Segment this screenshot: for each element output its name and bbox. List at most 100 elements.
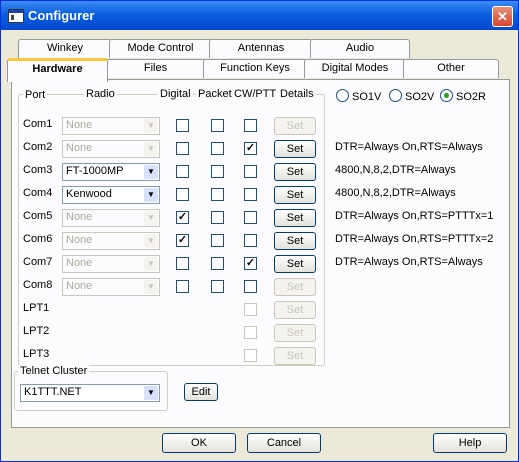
- close-button[interactable]: ✕: [492, 6, 513, 27]
- set-button-com8[interactable]: Set: [274, 278, 316, 296]
- telnet-cluster-legend: Telnet Cluster: [18, 365, 90, 377]
- window-title: Configurer: [28, 8, 95, 23]
- set-button-com2[interactable]: Set: [274, 140, 316, 158]
- port-label-com7: Com7: [23, 256, 53, 268]
- set-button-com6[interactable]: Set: [274, 232, 316, 250]
- set-button-com3[interactable]: Set: [274, 163, 316, 181]
- set-button-lpt3[interactable]: Set: [274, 347, 316, 365]
- digital-checkbox-com6[interactable]: ✓: [176, 234, 189, 247]
- telnet-cluster-select[interactable]: K1TTT.NET ▼: [20, 384, 160, 402]
- cwptt-checkbox-com6[interactable]: [244, 234, 257, 247]
- cwptt-checkbox-com7[interactable]: ✓: [244, 257, 257, 270]
- packet-checkbox-com2[interactable]: [211, 142, 224, 155]
- digital-checkbox-com4[interactable]: [176, 188, 189, 201]
- tab-other[interactable]: Other: [403, 59, 499, 78]
- radio-select-com4[interactable]: Kenwood ▼: [62, 186, 160, 204]
- chevron-down-icon[interactable]: ▼: [144, 165, 158, 179]
- set-button-com4[interactable]: Set: [274, 186, 316, 204]
- radio-select-value: None: [66, 211, 93, 223]
- radio-select-com7[interactable]: None ▼: [62, 255, 160, 273]
- details-text-com7: DTR=Always On,RTS=Always: [335, 256, 483, 268]
- edit-button[interactable]: Edit: [184, 383, 218, 401]
- cwptt-checkbox-com5[interactable]: [244, 211, 257, 224]
- chevron-down-icon[interactable]: ▼: [144, 211, 158, 225]
- digital-checkbox-com5[interactable]: ✓: [176, 211, 189, 224]
- configurer-window: Configurer ✕ Winkey Mode Control Antenna…: [0, 0, 519, 462]
- radio-so2r-label: SO2R: [456, 91, 486, 103]
- set-button-com7[interactable]: Set: [274, 255, 316, 273]
- digital-checkbox-com3[interactable]: [176, 165, 189, 178]
- title-bar[interactable]: Configurer ✕: [1, 1, 518, 30]
- digital-checkbox-com8[interactable]: [176, 280, 189, 293]
- set-button-lpt2[interactable]: Set: [274, 324, 316, 342]
- digital-checkbox-com7[interactable]: [176, 257, 189, 270]
- app-icon: [8, 9, 24, 23]
- digital-checkbox-com1[interactable]: [176, 119, 189, 132]
- chevron-down-icon[interactable]: ▼: [144, 257, 158, 271]
- chevron-down-icon[interactable]: ▼: [144, 234, 158, 248]
- set-button-com5[interactable]: Set: [274, 209, 316, 227]
- packet-checkbox-com1[interactable]: [211, 119, 224, 132]
- radio-select-value: None: [66, 142, 93, 154]
- port-label-lpt3: LPT3: [23, 348, 50, 360]
- radio-dot: [336, 89, 349, 102]
- radio-select-com8[interactable]: None ▼: [62, 278, 160, 296]
- cwptt-checkbox-com1[interactable]: [244, 119, 257, 132]
- cwptt-checkbox-lpt2[interactable]: [244, 326, 257, 339]
- cwptt-checkbox-lpt3[interactable]: [244, 349, 257, 362]
- cwptt-checkbox-lpt1[interactable]: [244, 303, 257, 316]
- radio-so2r[interactable]: SO2R: [440, 89, 486, 103]
- telnet-cluster-value: K1TTT.NET: [24, 386, 82, 398]
- help-button[interactable]: Help: [433, 433, 507, 453]
- tab-function-keys[interactable]: Function Keys: [203, 59, 307, 78]
- port-label-com2: Com2: [23, 141, 53, 153]
- packet-checkbox-com6[interactable]: [211, 234, 224, 247]
- tab-hardware[interactable]: Hardware: [7, 58, 108, 82]
- packet-checkbox-com4[interactable]: [211, 188, 224, 201]
- port-label-com6: Com6: [23, 233, 53, 245]
- cwptt-checkbox-com4[interactable]: [244, 188, 257, 201]
- radio-so2v[interactable]: SO2V: [389, 89, 434, 103]
- radio-select-com2[interactable]: None ▼: [62, 140, 160, 158]
- digital-checkbox-com2[interactable]: [176, 142, 189, 155]
- chevron-down-icon[interactable]: ▼: [144, 188, 158, 202]
- tab-antennas[interactable]: Antennas: [209, 39, 313, 58]
- tab-mode-control[interactable]: Mode Control: [109, 39, 212, 58]
- packet-checkbox-com3[interactable]: [211, 165, 224, 178]
- radio-select-value: None: [66, 119, 93, 131]
- radio-select-com1[interactable]: None ▼: [62, 117, 160, 135]
- packet-checkbox-com8[interactable]: [211, 280, 224, 293]
- header-cwptt: CW/PTT: [232, 88, 279, 100]
- chevron-down-icon[interactable]: ▼: [144, 119, 158, 133]
- chevron-down-icon[interactable]: ▼: [144, 386, 158, 400]
- details-text-com5: DTR=Always On,RTS=PTTTx=1: [335, 210, 494, 222]
- radio-dot-selected: [440, 89, 453, 102]
- chevron-down-icon[interactable]: ▼: [144, 280, 158, 294]
- tab-audio[interactable]: Audio: [310, 39, 410, 58]
- tab-files[interactable]: Files: [105, 59, 206, 78]
- set-button-com1[interactable]: Set: [274, 117, 316, 135]
- port-label-com5: Com5: [23, 210, 53, 222]
- header-port: Port: [23, 89, 48, 101]
- port-label-lpt2: LPT2: [23, 325, 50, 337]
- set-button-lpt1[interactable]: Set: [274, 301, 316, 319]
- radio-select-value: None: [66, 257, 93, 269]
- tab-digital-modes[interactable]: Digital Modes: [304, 59, 406, 78]
- details-text-com6: DTR=Always On,RTS=PTTTx=2: [335, 233, 494, 245]
- cwptt-checkbox-com2[interactable]: ✓: [244, 142, 257, 155]
- ok-button[interactable]: OK: [162, 433, 236, 453]
- tab-winkey[interactable]: Winkey: [18, 39, 112, 58]
- packet-checkbox-com7[interactable]: [211, 257, 224, 270]
- radio-select-com5[interactable]: None ▼: [62, 209, 160, 227]
- radio-select-com3[interactable]: FT-1000MP ▼: [62, 163, 160, 181]
- details-text-com3: 4800,N,8,2,DTR=Always: [335, 164, 456, 176]
- radio-select-com6[interactable]: None ▼: [62, 232, 160, 250]
- cwptt-checkbox-com8[interactable]: [244, 280, 257, 293]
- radio-so2v-label: SO2V: [405, 91, 435, 103]
- chevron-down-icon[interactable]: ▼: [144, 142, 158, 156]
- cancel-button[interactable]: Cancel: [247, 433, 321, 453]
- header-packet: Packet: [196, 88, 234, 100]
- packet-checkbox-com5[interactable]: [211, 211, 224, 224]
- cwptt-checkbox-com3[interactable]: [244, 165, 257, 178]
- radio-so1v[interactable]: SO1V: [336, 89, 381, 103]
